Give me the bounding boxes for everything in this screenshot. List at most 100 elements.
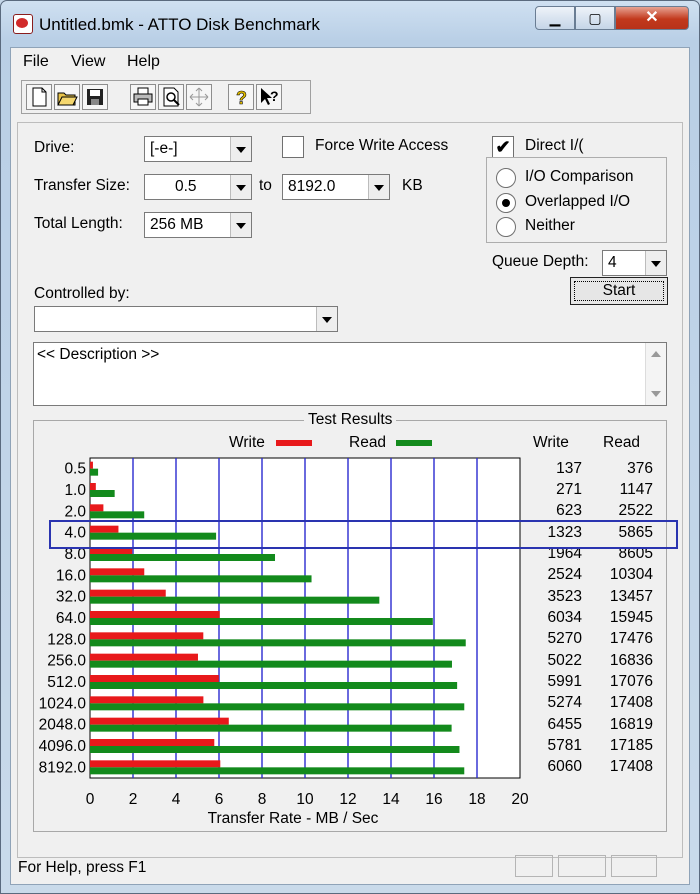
- total-length-select[interactable]: 256 MB: [144, 212, 252, 238]
- legend-write-swatch: [276, 440, 312, 446]
- y-tick-label: 2.0: [64, 503, 86, 520]
- y-tick-label: 32.0: [56, 589, 87, 606]
- move-icon[interactable]: [186, 84, 212, 110]
- menu-help[interactable]: Help: [127, 53, 160, 71]
- new-file-icon[interactable]: [26, 84, 52, 110]
- read-value: 13457: [609, 587, 653, 605]
- scroll-down-icon[interactable]: [651, 391, 661, 397]
- svg-text:?: ?: [236, 88, 247, 108]
- y-tick-label: 4096.0: [39, 738, 87, 755]
- transfer-from-chevron-down-icon[interactable]: [230, 175, 251, 199]
- transfer-size-to-select[interactable]: 8192.0: [282, 174, 390, 200]
- write-bar: [90, 568, 145, 576]
- read-value: 17076: [609, 673, 653, 690]
- y-tick-label: 16.0: [56, 567, 87, 584]
- x-tick-label: 10: [296, 791, 314, 808]
- legend-read-label: Read: [349, 434, 387, 451]
- write-bar: [90, 653, 198, 661]
- menu-file[interactable]: File: [23, 53, 49, 71]
- queue-depth-value: 4: [608, 254, 617, 271]
- close-button[interactable]: ✕: [615, 6, 689, 30]
- read-column-header: Read: [603, 434, 641, 451]
- read-bar: [90, 703, 465, 711]
- drive-chevron-down-icon[interactable]: [230, 137, 251, 161]
- overlapped-io-radio[interactable]: [496, 193, 516, 213]
- description-scrollbar[interactable]: [645, 343, 666, 405]
- write-value: 623: [556, 502, 582, 520]
- drive-select[interactable]: [-e-]: [144, 136, 252, 162]
- legend-read-swatch: [396, 440, 432, 446]
- queue-depth-chevron-down-icon[interactable]: [645, 251, 666, 275]
- open-folder-icon[interactable]: [54, 84, 80, 110]
- scroll-up-icon[interactable]: [651, 351, 661, 357]
- total-length-label: Total Length:: [34, 215, 123, 232]
- force-write-label[interactable]: Force Write Access: [315, 137, 448, 155]
- x-tick-label: 20: [511, 791, 529, 808]
- total-length-value: 256 MB: [150, 216, 204, 233]
- save-icon[interactable]: [82, 84, 108, 110]
- write-bar: [90, 675, 219, 682]
- y-tick-label: 512.0: [47, 674, 86, 691]
- transfer-size-from-select[interactable]: 0.5: [144, 174, 252, 200]
- help-icon[interactable]: ?: [228, 84, 254, 110]
- write-bar: [90, 504, 104, 512]
- drive-label: Drive:: [34, 139, 75, 156]
- write-value: 6034: [547, 609, 582, 626]
- direct-io-label[interactable]: Direct I/(: [525, 137, 584, 155]
- write-bar: [90, 739, 215, 746]
- kb-label: KB: [402, 177, 423, 194]
- read-bar: [90, 554, 276, 561]
- maximize-button[interactable]: ▢: [575, 6, 615, 30]
- write-column-header: Write: [533, 434, 569, 451]
- menu-view[interactable]: View: [71, 53, 105, 71]
- write-bar: [90, 589, 166, 597]
- queue-depth-select[interactable]: 4: [602, 250, 667, 276]
- write-value: 5274: [547, 694, 582, 712]
- print-preview-icon[interactable]: [158, 84, 184, 110]
- x-tick-label: 16: [425, 791, 442, 808]
- read-bar: [90, 618, 433, 625]
- write-bar: [90, 632, 204, 640]
- force-write-checkbox[interactable]: [282, 136, 304, 158]
- read-bar: [90, 468, 99, 476]
- read-value: 17185: [609, 737, 653, 754]
- neither-radio[interactable]: [496, 217, 516, 237]
- print-icon[interactable]: [130, 84, 156, 110]
- y-tick-label: 0.5: [64, 461, 86, 478]
- neither-label[interactable]: Neither: [525, 217, 575, 235]
- io-comparison-label[interactable]: I/O Comparison: [525, 168, 634, 186]
- y-tick-label: 8192.0: [39, 759, 87, 776]
- controlled-by-chevron-down-icon[interactable]: [316, 307, 337, 331]
- app-window: Untitled.bmk - ATTO Disk Benchmark ▁ ▢ ✕…: [0, 0, 700, 894]
- io-comparison-radio[interactable]: [496, 168, 516, 188]
- y-tick-label: 128.0: [47, 631, 86, 648]
- context-help-icon[interactable]: ?: [256, 84, 282, 110]
- overlapped-io-label[interactable]: Overlapped I/O: [525, 193, 630, 211]
- read-bar: [90, 660, 452, 668]
- description-textarea[interactable]: << Description >>: [33, 342, 667, 406]
- transfer-to-value: 8192.0: [288, 178, 336, 195]
- read-value: 17408: [609, 694, 653, 712]
- title-bar[interactable]: Untitled.bmk - ATTO Disk Benchmark ▁ ▢ ✕: [1, 1, 699, 47]
- write-value: 3523: [547, 587, 582, 605]
- direct-io-checkbox[interactable]: ✔: [492, 136, 514, 158]
- status-bar: For Help, press F1: [10, 851, 690, 881]
- read-bar: [90, 596, 380, 604]
- write-value: 6060: [547, 758, 582, 776]
- app-icon[interactable]: [13, 14, 33, 34]
- write-value: 137: [556, 459, 582, 477]
- total-length-chevron-down-icon[interactable]: [230, 213, 251, 237]
- y-tick-label: 256.0: [47, 653, 86, 670]
- read-bar: [90, 746, 460, 753]
- transfer-size-label: Transfer Size:: [34, 177, 130, 194]
- write-value: 5781: [547, 737, 582, 754]
- controlled-by-select[interactable]: [34, 306, 338, 332]
- controlled-by-label: Controlled by:: [34, 285, 130, 302]
- write-value: 5022: [547, 651, 582, 669]
- x-tick-label: 14: [382, 791, 400, 808]
- minimize-button[interactable]: ▁: [535, 6, 575, 30]
- transfer-to-chevron-down-icon[interactable]: [368, 175, 389, 199]
- read-bar: [90, 639, 466, 647]
- x-tick-label: 8: [258, 791, 267, 808]
- start-button[interactable]: Start: [570, 277, 668, 305]
